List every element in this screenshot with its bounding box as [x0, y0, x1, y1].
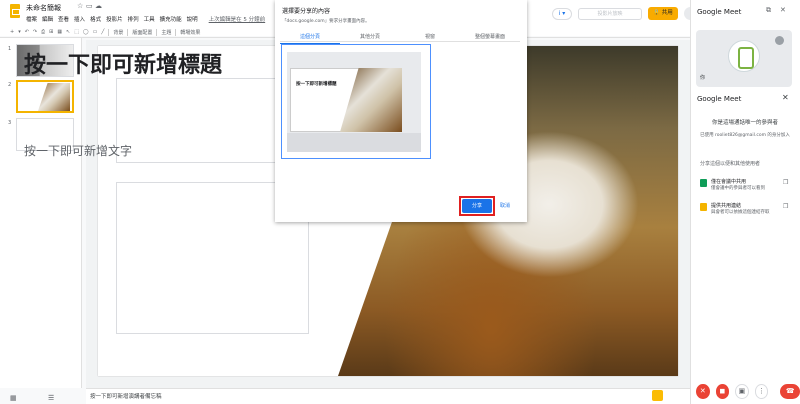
dialog-tab[interactable]: 視窗 [400, 33, 460, 44]
panel-title: Google Meet [697, 95, 742, 103]
cloud-icon[interactable]: ☁ [95, 2, 102, 10]
star-icon[interactable]: ☆ [77, 2, 83, 10]
sidebar-title: Google Meet [697, 8, 742, 16]
camera-off-icon[interactable]: ◼ [715, 383, 730, 399]
toolbar-separator [156, 28, 158, 36]
present-icon[interactable]: ▣ [735, 383, 749, 399]
document-title[interactable]: 未命名簡報 [26, 3, 61, 13]
close-icon[interactable]: ✕ [780, 6, 786, 14]
toolbar-tool-icon[interactable]: ⎙ [41, 29, 45, 35]
menu-item[interactable]: 說明 [187, 15, 198, 23]
share-option-title: 僅在會議中共用 [711, 179, 747, 185]
share-options-header: 分享這個以便和其他使用者 [700, 161, 761, 167]
dialog-tab[interactable]: 整個螢幕畫面 [460, 33, 520, 44]
folder-icon[interactable]: ▭ [86, 2, 93, 10]
toolbar-tool-icon[interactable]: ↷ [33, 29, 37, 35]
toolbar-tool-icon[interactable]: ▾ [18, 29, 21, 35]
slide-body-placeholder[interactable]: 按一下即可新增文字 [24, 142, 132, 159]
toolbar-layout-button[interactable]: 版面配置 [132, 29, 152, 36]
menu-item[interactable]: 擴充功能 [160, 15, 182, 23]
toolbar-background-button[interactable]: 背景 [113, 29, 123, 36]
toolbar-theme-button[interactable]: 主題 [161, 29, 171, 36]
dialog-share-button[interactable]: 分享 [462, 199, 492, 213]
menu-item[interactable]: 排列 [128, 15, 139, 23]
menu-item[interactable]: 投影片 [106, 15, 123, 23]
dialog-title: 選擇要分享的內容 [282, 8, 331, 15]
share-option-subtitle: 僅會議中的參與者可以看到 [711, 186, 765, 191]
slide-number: 2 [8, 82, 12, 88]
slide-number: 1 [8, 46, 12, 52]
menu-item[interactable]: 格式 [90, 15, 101, 23]
more-icon[interactable]: ⋮ [754, 383, 769, 399]
menu-bar: 檔案 編輯 查看 插入 格式 投影片 排列 工具 擴充功能 說明 上次編輯是在 5 分鐘前 [26, 15, 265, 23]
toolbar-tool-icon[interactable]: ↖ [66, 29, 70, 35]
present-tab-icon [700, 203, 707, 211]
menu-item[interactable]: 工具 [144, 15, 155, 23]
toolbar-separator [175, 28, 177, 36]
lock-icon: 🔒 [653, 10, 661, 16]
tab-divider [280, 41, 520, 42]
end-call-icon[interactable]: ☎ [780, 383, 800, 399]
toolbar-tool-icon[interactable]: ◯ [83, 29, 89, 35]
joined-as-text: 已使用 rooliet826@gmail.com 的身分加入 [700, 133, 790, 138]
explore-icon[interactable] [652, 390, 663, 401]
dialog-tab[interactable]: 其他分頁 [340, 33, 400, 44]
toolbar-separator [108, 28, 110, 36]
grid-view-icon[interactable]: ▦ [10, 394, 17, 402]
toolbar-tool-icon[interactable]: ⊞ [49, 29, 53, 35]
toolbar-tool-icon[interactable]: ↶ [25, 29, 29, 35]
self-avatar [728, 40, 760, 72]
menu-item[interactable]: 插入 [74, 15, 85, 23]
tab-preview-title: 按一下即可新增標題 [296, 82, 337, 87]
speaker-notes-placeholder[interactable]: 按一下即可新增演講者備忘稿 [90, 392, 162, 400]
slideshow-button[interactable]: 投影片放映 [578, 7, 642, 20]
dialog-tabs: 這個分頁 其他分頁 視窗 整個螢幕畫面 [280, 33, 520, 44]
share-option-title: 提供共用連結 [711, 203, 742, 209]
close-icon[interactable]: ✕ [782, 93, 789, 102]
alone-message: 你是這場通話唯一的參與者 [711, 120, 778, 126]
tab-preview-footer [287, 133, 421, 152]
slide-title-placeholder[interactable]: 按一下即可新增標題 [24, 52, 224, 80]
toolbar-tool-icon[interactable]: ▭ [93, 29, 98, 35]
copy-icon[interactable]: ❐ [783, 179, 788, 186]
copy-icon[interactable]: ❐ [783, 203, 788, 210]
toolbar-tool-icon[interactable]: ╱ [101, 29, 104, 35]
dialog-tab[interactable]: 這個分頁 [280, 33, 340, 44]
toolbar-transition-button[interactable]: 轉場效果 [180, 29, 200, 36]
header-actions: ı̇ ▾ 投影片放映 🔒 共用 [552, 7, 697, 20]
meet-chip[interactable]: ı̇ ▾ [552, 7, 572, 20]
toolbar-separator [127, 28, 129, 36]
dialog-cancel-button[interactable]: 取消 [500, 200, 510, 212]
mic-off-icon [775, 36, 784, 45]
popout-icon[interactable]: ⧉ [766, 6, 771, 15]
share-label: 共用 [661, 10, 673, 16]
dialog-subtitle: 「docs.google.com」要求分享畫面內容。 [282, 19, 370, 24]
mic-off-icon[interactable]: ✕ [696, 383, 710, 399]
slides-logo-icon[interactable] [10, 4, 20, 18]
slides-share-icon [700, 179, 707, 187]
toolbar-tool-icon[interactable]: ▦ [57, 29, 62, 35]
speaker-notes[interactable] [86, 388, 690, 404]
slide-thumbnail-2[interactable] [16, 80, 74, 113]
filmstrip: 1 2 3 [0, 38, 82, 388]
menu-item[interactable]: 查看 [58, 15, 69, 23]
list-view-icon[interactable]: ☰ [48, 394, 54, 402]
dog-image [38, 83, 70, 111]
toolbar-tool-icon[interactable]: + [10, 29, 14, 35]
menu-item[interactable]: 檔案 [26, 15, 37, 23]
last-edit-link[interactable]: 上次編輯是在 5 分鐘前 [209, 15, 266, 23]
call-controls: ✕ ◼ ▣ ⋮ ☎ [690, 378, 800, 404]
menu-item[interactable]: 編輯 [42, 15, 53, 23]
toolbar-tool-icon[interactable]: ⬚ [74, 29, 79, 35]
you-label: 你 [700, 75, 706, 81]
share-option-subtitle: 與會者可以依據這個連結存取 [711, 210, 770, 215]
share-button[interactable]: 🔒 共用 [648, 7, 678, 20]
slide-number: 3 [8, 120, 12, 126]
